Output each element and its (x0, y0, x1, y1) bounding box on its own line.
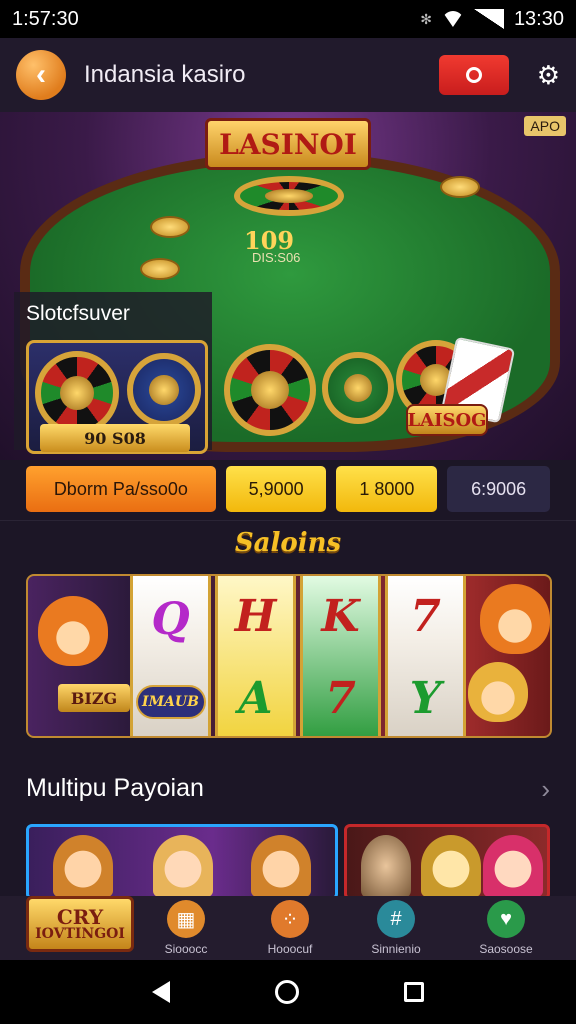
nav-item-1[interactable]: ▦ Siooocc (136, 900, 236, 956)
reel: H A (215, 576, 296, 736)
reel-symbol: 7 (410, 591, 441, 642)
wifi-icon (441, 11, 464, 27)
nav-item-3[interactable]: # Sinnienio (346, 900, 446, 956)
reel-symbol: H (234, 591, 277, 642)
status-icons: ✻ 13:30 (420, 8, 564, 31)
brand-logo[interactable]: CRY IOVTINGOI (26, 896, 134, 952)
reel: K 7 (300, 576, 381, 736)
status-bar: 1:57:30 ✻ 13:30 (0, 0, 576, 38)
nav-item-label: Saosoose (479, 942, 533, 956)
roulette-amount: 90 S08 (40, 424, 190, 452)
reel: 7 Y (385, 576, 466, 736)
star-medal-icon[interactable] (322, 352, 394, 424)
fox-mascot-icon (480, 584, 550, 654)
reel-symbol: Q (151, 593, 190, 645)
section-title-saloins: Saloins (234, 528, 342, 558)
game-tile[interactable] (344, 824, 550, 900)
roulette-wheel-icon[interactable] (224, 344, 316, 436)
cat-mascot-icon (421, 835, 481, 897)
gear-icon[interactable]: ⚙ (537, 60, 560, 91)
system-nav-bar (0, 960, 576, 1024)
chip-icon (150, 216, 190, 238)
status-battery-time: 13:30 (513, 7, 564, 30)
reel-symbol: K (321, 591, 360, 642)
hash-icon: # (377, 900, 415, 938)
app-root: 1:57:30 ✻ 13:30 ‹ Indansia kasiro ⚙ APO … (0, 0, 576, 1024)
chip-icon (140, 258, 180, 280)
status-time: 1:57:30 (12, 7, 79, 30)
brand-line-1: CRY (56, 905, 104, 929)
record-icon (465, 67, 482, 83)
character-icon (483, 835, 543, 897)
recents-square-icon[interactable] (403, 982, 424, 1002)
roulette-wheel-icon (35, 351, 119, 435)
brand-line-2: IOVTINGOI (35, 926, 125, 942)
amount-button-2[interactable]: 1 8000 (336, 466, 438, 512)
amount-button-row: Dborm Pa/sso0o 5,9000 1 8000 6:9006 (26, 466, 551, 514)
nav-item-4[interactable]: ♥ Saosoose (456, 900, 556, 956)
cat-mascot-icon (468, 662, 528, 722)
page-title: Indansia kasiro (84, 61, 246, 88)
casino-badge: LAISOG (406, 404, 488, 436)
record-button[interactable] (438, 55, 509, 95)
reel-symbol: Y (409, 673, 442, 724)
game-tile[interactable] (26, 824, 338, 900)
signal-icon (473, 9, 504, 29)
divider (0, 520, 576, 521)
deposit-button[interactable]: Dborm Pa/sso0o (26, 466, 216, 512)
slots-label: Slotcfsuver (26, 302, 130, 325)
dots-icon: ⁘ (271, 900, 309, 938)
chevron-right-icon[interactable]: › (541, 774, 550, 805)
nav-item-2[interactable]: ⁘ Hooocuf (240, 900, 340, 956)
casino-logo: LASINOI (205, 118, 371, 170)
nav-item-label: Siooocc (164, 942, 208, 956)
star-medal-icon (127, 353, 201, 427)
slot-machine-banner[interactable]: BIZG Q IMAUB H A K 7 7 Y (26, 574, 552, 738)
app-bar: ‹ Indansia kasiro ⚙ (0, 38, 576, 112)
chip-icon (440, 176, 480, 198)
section-title-multi: Multipu Payoian (26, 774, 204, 802)
grid-icon: ▦ (167, 900, 205, 938)
phone-hand-icon (361, 835, 411, 897)
home-circle-icon[interactable] (274, 980, 299, 1004)
heart-icon: ♥ (487, 900, 525, 938)
amount-button-1[interactable]: 5,9000 (225, 466, 327, 512)
slot-logo-mid: IMAUB (135, 684, 206, 719)
slot-reels: Q IMAUB H A K 7 7 Y (128, 576, 468, 736)
back-button[interactable]: ‹ (16, 50, 66, 100)
reel-symbol: 7 (325, 673, 356, 724)
bluetooth-icon: ✻ (420, 10, 432, 27)
slot-logo-left: BIZG (58, 684, 130, 712)
fox-mascot-icon (38, 596, 108, 666)
back-arrow-icon: ‹ (36, 58, 46, 91)
nav-item-label: Hooocuf (267, 942, 313, 956)
reel-symbol: A (238, 673, 273, 724)
character-icon (153, 835, 213, 897)
character-icon (53, 835, 113, 897)
character-icon (251, 835, 311, 897)
reel: Q IMAUB (130, 576, 211, 736)
nav-item-label: Sinnienio (371, 942, 421, 956)
back-triangle-icon[interactable] (152, 981, 171, 1003)
amount-button-3[interactable]: 6:9006 (447, 466, 551, 512)
roulette-wheel-icon (234, 176, 344, 216)
apo-badge: APO (524, 116, 566, 136)
jackpot-sub: DIS:S06 (252, 250, 301, 265)
